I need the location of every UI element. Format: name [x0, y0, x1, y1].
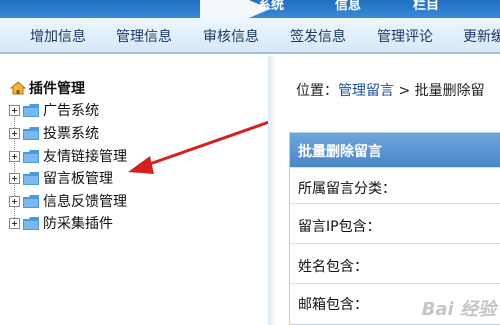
tree-item-feedback[interactable]: 信息反馈管理	[9, 192, 127, 210]
tree-item-ads[interactable]: 广告系统	[9, 101, 99, 119]
folder-icon	[23, 103, 39, 117]
expand-icon[interactable]	[9, 104, 20, 116]
expand-icon[interactable]	[9, 195, 20, 207]
expand-icon[interactable]	[9, 150, 20, 162]
menu-add-info[interactable]: 增加信息	[30, 26, 86, 46]
tree-item-guestbook[interactable]: 留言板管理	[9, 169, 113, 187]
tree-item-label: 友情链接管理	[43, 149, 127, 165]
tree-item-anti-scrape[interactable]: 防采集插件	[9, 214, 113, 232]
tree-title-label: 插件管理	[29, 81, 85, 97]
folder-icon	[23, 126, 39, 140]
folder-icon	[23, 194, 39, 208]
expand-icon[interactable]	[9, 127, 20, 139]
menu-manage-info[interactable]: 管理信息	[116, 26, 172, 46]
tree-item-vote[interactable]: 投票系统	[9, 124, 99, 142]
breadcrumb-link[interactable]: 管理留言	[338, 83, 394, 99]
panel-divider	[268, 56, 276, 325]
folder-icon	[23, 171, 39, 185]
breadcrumb-separator: >	[394, 83, 415, 99]
top-tab-column[interactable]: 栏目	[413, 0, 439, 13]
expand-icon[interactable]	[9, 217, 20, 229]
red-annotation-arrow	[128, 119, 273, 174]
form-header: 批量删除留言	[290, 133, 500, 167]
menu-manage-comments[interactable]: 管理评论	[377, 26, 433, 46]
tree-item-label: 信息反馈管理	[43, 194, 127, 210]
menu-issue-info[interactable]: 签发信息	[290, 26, 346, 46]
tree-title: 插件管理	[10, 78, 85, 98]
form-row-category: 所属留言分类：	[290, 167, 500, 203]
expand-icon[interactable]	[9, 172, 20, 184]
home-icon	[10, 81, 26, 95]
tree-item-label: 防采集插件	[43, 216, 113, 232]
top-tab-system[interactable]: 系统	[258, 0, 284, 13]
top-tab-info[interactable]: 信息	[335, 0, 361, 13]
menu-bar: 增加信息 管理信息 审核信息 签发信息 管理评论 更新缓	[0, 18, 500, 54]
tree-item-label: 投票系统	[43, 126, 99, 142]
breadcrumb-prefix: 位置：	[296, 83, 338, 99]
form-row-ip: 留言IP包含：	[290, 203, 500, 243]
breadcrumb-current: 批量删除留	[414, 83, 485, 99]
watermark-logo: Bai 经验	[421, 299, 496, 320]
menu-update-cache[interactable]: 更新缓	[463, 26, 500, 46]
tree-item-label: 广告系统	[43, 103, 99, 119]
folder-icon	[23, 149, 39, 163]
top-banner: 系统 信息 栏目	[0, 0, 500, 18]
menu-review-info[interactable]: 审核信息	[203, 26, 259, 46]
form-row-name: 姓名包含：	[290, 243, 500, 283]
breadcrumb: 位置：管理留言 > 批量删除留	[296, 80, 485, 100]
tree-item-links[interactable]: 友情链接管理	[9, 147, 127, 165]
tree-item-label: 留言板管理	[43, 171, 113, 187]
folder-icon	[23, 216, 39, 230]
